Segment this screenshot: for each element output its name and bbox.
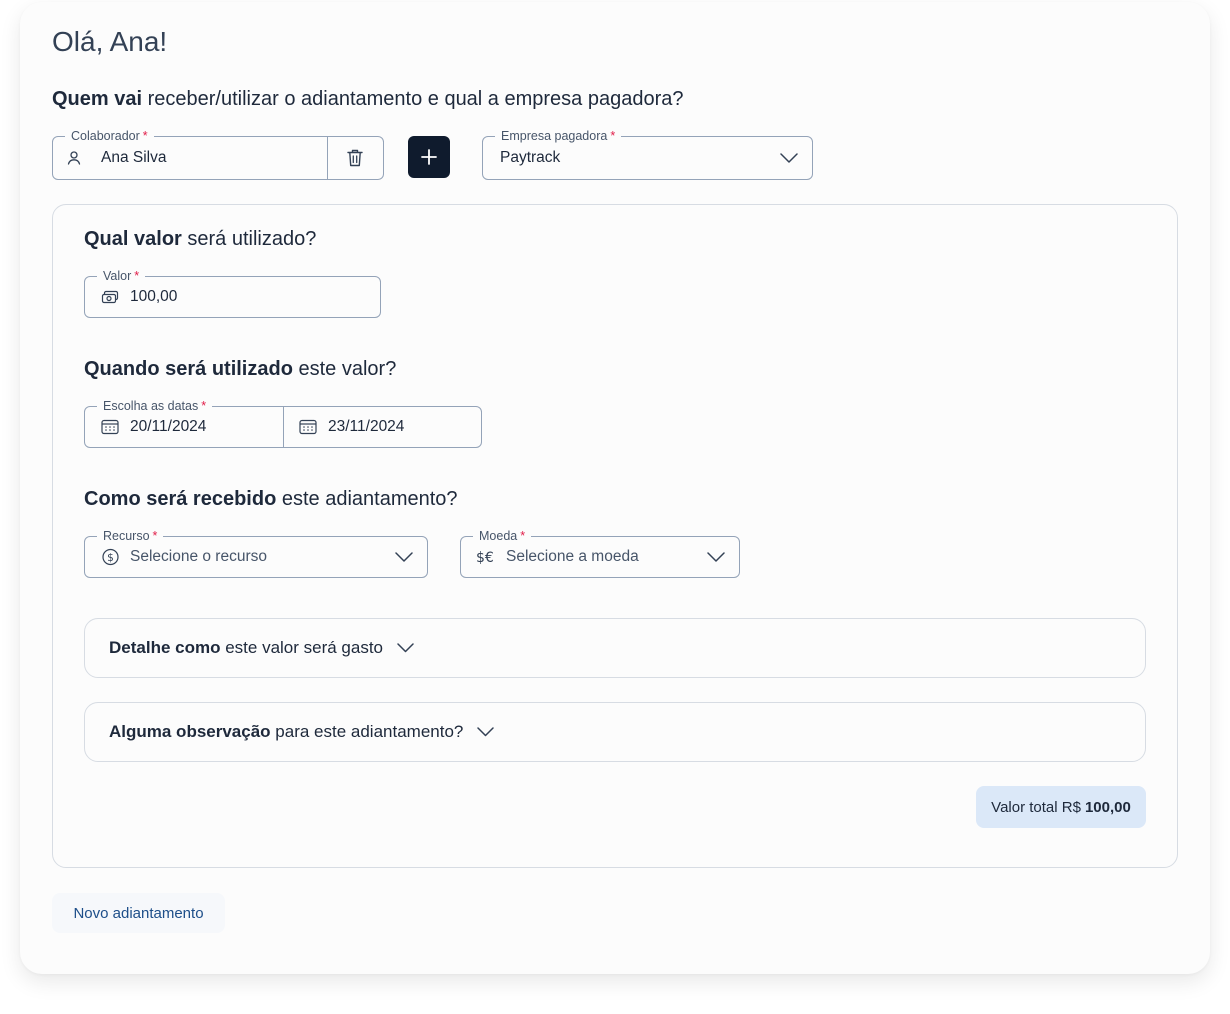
accordion-spending-details-bold: Detalhe como <box>109 638 221 657</box>
start-date-value[interactable]: 20/11/2024 <box>130 418 206 436</box>
amount-label-text: Valor <box>103 269 132 283</box>
company-label: Empresa pagadora * <box>495 128 622 144</box>
collaborator-label: Colaborador * <box>65 128 154 144</box>
section-title-who-bold: Quem vai <box>52 88 143 110</box>
end-date-value[interactable]: 23/11/2024 <box>328 418 404 436</box>
plus-icon <box>421 149 437 165</box>
field-divider <box>283 407 284 447</box>
required-mark: * <box>134 269 140 283</box>
company-label-text: Empresa pagadora <box>501 129 608 143</box>
section-title-value-bold: Qual valor <box>84 228 182 250</box>
chevron-down-icon <box>707 552 725 562</box>
total-label: Valor total R$ <box>991 798 1081 816</box>
section-title-who-rest: receber/utilizar o adiantamento e qual a… <box>142 88 684 110</box>
section-title-value: Qual valor será utilizado? <box>84 228 316 251</box>
dates-label: Escolha as datas * <box>97 398 213 414</box>
chevron-down-icon <box>395 552 413 562</box>
section-title-how-bold: Como será recebido <box>84 488 277 510</box>
accordion-notes[interactable]: Alguma observação para este adiantamento… <box>84 702 1146 762</box>
collaborator-label-text: Colaborador <box>71 129 140 143</box>
collaborator-value: Ana Silva <box>101 149 167 166</box>
accordion-notes-rest: para este adiantamento? <box>270 722 464 741</box>
accordion-spending-details-label: Detalhe como este valor será gasto <box>109 638 414 658</box>
resource-label: Recurso * <box>97 528 164 544</box>
new-advance-button[interactable]: Novo adiantamento <box>52 893 225 933</box>
company-value: Paytrack <box>500 149 561 166</box>
chevron-down-icon <box>477 727 495 737</box>
total-value-badge: Valor total R$ 100,00 <box>976 786 1146 828</box>
total-value: 100,00 <box>1084 798 1131 816</box>
greeting-title: Olá, Ana! <box>52 26 168 57</box>
section-title-how: Como será recebido este adiantamento? <box>84 488 458 511</box>
section-title-how-rest: este adiantamento? <box>276 488 458 510</box>
required-mark: * <box>201 399 207 413</box>
amount-label: Valor * <box>97 268 146 284</box>
accordion-spending-details-text: Detalhe como este valor será gasto <box>109 638 383 658</box>
company-select[interactable]: Empresa pagadora * Paytrack <box>482 128 813 180</box>
date-range-picker[interactable]: Escolha as datas * 20/11/2024 23/11/2024 <box>84 398 482 448</box>
accordion-notes-text: Alguma observação para este adiantamento… <box>109 722 463 742</box>
calendar-icon <box>299 419 317 435</box>
resource-placeholder: Selecione o recurso <box>130 548 267 565</box>
currency-placeholder: Selecione a moeda <box>506 548 639 565</box>
amount-input[interactable]: Valor * 100,00 <box>84 268 381 318</box>
collaborator-field[interactable]: Colaborador * Ana Silva <box>52 128 384 180</box>
accordion-notes-label: Alguma observação para este adiantamento… <box>109 722 495 742</box>
dollar-coin-icon: $ <box>102 548 119 566</box>
chevron-down-icon <box>397 643 414 653</box>
add-collaborator-button[interactable] <box>408 136 450 178</box>
trash-icon[interactable] <box>346 148 364 168</box>
section-title-when-rest: este valor? <box>292 358 397 380</box>
field-divider <box>327 137 328 179</box>
currency-select[interactable]: Moeda * $€ Selecione a moeda <box>460 528 740 578</box>
calendar-icon <box>101 419 119 435</box>
chevron-down-icon <box>780 153 798 163</box>
required-mark: * <box>142 129 148 143</box>
required-mark: * <box>152 529 158 543</box>
section-title-who: Quem vai receber/utilizar o adiantamento… <box>52 88 684 111</box>
currency-exchange-icon: $€ <box>476 550 494 565</box>
accordion-notes-bold: Alguma observação <box>109 722 271 741</box>
section-title-when: Quando será utilizado este valor? <box>84 358 396 381</box>
section-title-value-rest: será utilizado? <box>181 228 317 250</box>
user-icon <box>67 151 81 165</box>
required-mark: * <box>610 129 616 143</box>
section-title-when-bold: Quando será utilizado <box>84 358 293 380</box>
required-mark: * <box>520 529 526 543</box>
svg-text:$: $ <box>107 552 114 564</box>
currency-label-text: Moeda <box>479 529 518 543</box>
accordion-spending-details[interactable]: Detalhe como este valor será gasto <box>84 618 1146 678</box>
money-icon <box>101 290 119 304</box>
svg-text:$€: $€ <box>476 550 494 565</box>
dates-label-text: Escolha as datas <box>103 399 199 413</box>
resource-label-text: Recurso <box>103 529 150 543</box>
accordion-spending-details-rest: este valor será gasto <box>220 638 384 657</box>
amount-value: 100,00 <box>130 288 178 305</box>
resource-select[interactable]: Recurso * $ Selecione o recurso <box>84 528 428 578</box>
currency-label: Moeda * <box>473 528 532 544</box>
